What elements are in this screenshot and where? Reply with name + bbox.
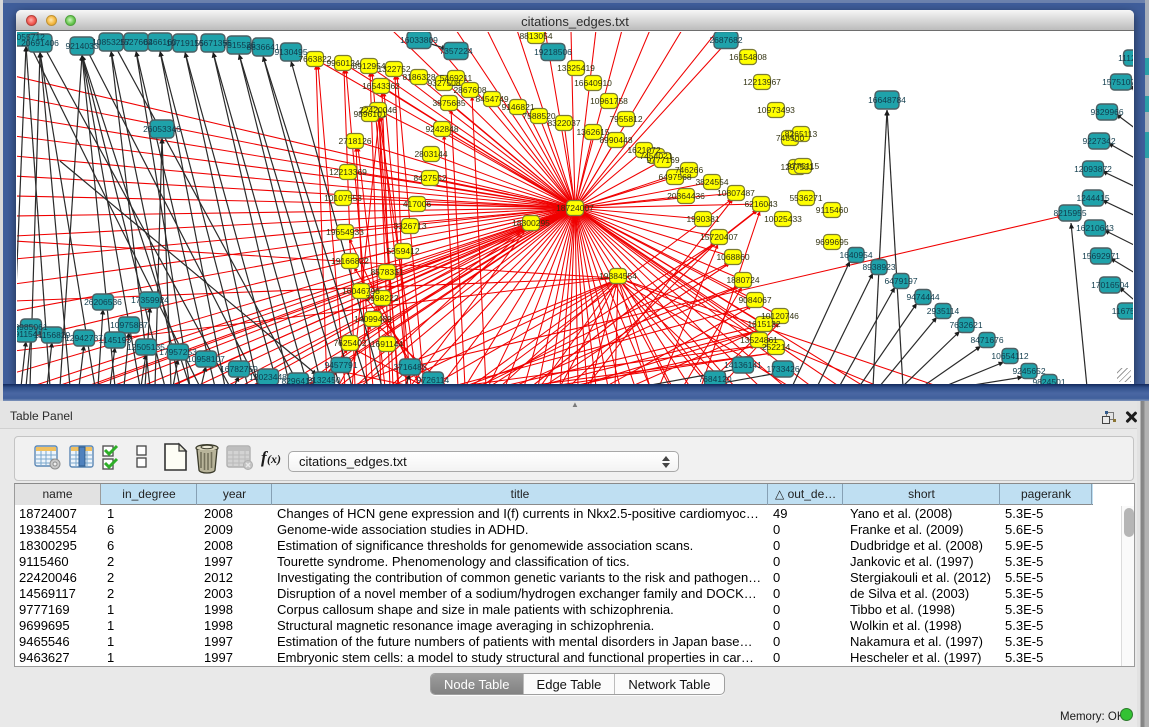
svg-text:1990381: 1990381	[686, 214, 719, 224]
svg-text:5359412: 5359412	[386, 246, 419, 256]
svg-text:10025433: 10025433	[764, 214, 802, 224]
svg-text:8215955: 8215955	[1053, 208, 1086, 218]
svg-text:9084067: 9084067	[738, 295, 771, 305]
svg-text:20364436: 20364436	[667, 191, 705, 201]
svg-text:12942737: 12942737	[65, 333, 103, 343]
svg-text:9115460: 9115460	[816, 205, 849, 215]
svg-text:15751074: 15751074	[1102, 77, 1133, 87]
svg-text:2803144: 2803144	[414, 149, 447, 159]
svg-text:9245652: 9245652	[1012, 366, 1045, 376]
svg-text:10807487: 10807487	[717, 188, 755, 198]
svg-text:3326713: 3326713	[393, 221, 426, 231]
svg-text:8813054: 8813054	[519, 32, 552, 41]
svg-text:12213369: 12213369	[329, 167, 367, 177]
svg-text:26206536: 26206536	[84, 297, 122, 307]
svg-text:6479197: 6479197	[884, 276, 917, 286]
svg-text:1615132: 1615132	[747, 319, 780, 329]
svg-text:9896101: 9896101	[353, 109, 386, 119]
svg-text:9227342: 9227342	[1082, 136, 1115, 146]
svg-text:9775115: 9775115	[787, 161, 820, 171]
svg-text:9474444: 9474444	[906, 292, 939, 302]
svg-text:16210643: 16210643	[1076, 223, 1114, 233]
svg-text:3716485: 3716485	[393, 362, 426, 372]
svg-text:16154808: 16154808	[729, 52, 767, 62]
svg-text:14099489: 14099489	[354, 314, 392, 324]
svg-text:1068860: 1068860	[716, 252, 749, 262]
svg-text:19166822: 19166822	[331, 256, 369, 266]
svg-text:6216043: 6216043	[744, 199, 777, 209]
svg-text:17359924: 17359924	[131, 295, 169, 305]
svg-text:15692971: 15692971	[1082, 251, 1120, 261]
svg-text:252214: 252214	[762, 342, 791, 352]
svg-text:9726114: 9726114	[417, 375, 450, 384]
svg-text:7955812: 7955812	[609, 114, 642, 124]
svg-text:2687682: 2687682	[709, 35, 742, 45]
svg-text:16648784: 16648784	[868, 95, 906, 105]
svg-text:2718126: 2718126	[338, 136, 371, 146]
svg-text:19384554: 19384554	[599, 271, 637, 281]
svg-text:16033809: 16033809	[400, 35, 438, 45]
svg-text:3875685: 3875685	[432, 98, 465, 108]
svg-text:7357224: 7357224	[439, 46, 472, 56]
svg-text:5469211: 5469211	[440, 73, 473, 83]
svg-text:20691406: 20691406	[21, 38, 59, 48]
svg-text:16543362: 16543362	[362, 81, 400, 91]
svg-text:19654933: 19654933	[326, 227, 364, 237]
svg-text:1733426: 1733426	[766, 364, 799, 374]
svg-text:8471676: 8471676	[970, 335, 1003, 345]
svg-text:12093872: 12093872	[1074, 164, 1112, 174]
svg-text:18724007: 18724007	[556, 203, 594, 213]
svg-text:10654112: 10654112	[991, 351, 1028, 361]
svg-text:417006: 417006	[403, 199, 432, 209]
svg-text:7625402: 7625402	[333, 338, 366, 348]
svg-text:9457791: 9457791	[324, 360, 357, 370]
svg-text:8990448: 8990448	[599, 135, 632, 145]
svg-text:1112843: 1112843	[1118, 53, 1133, 63]
svg-text:10975887: 10975887	[110, 320, 148, 330]
svg-text:16640910: 16640910	[574, 78, 612, 88]
svg-text:9699695: 9699695	[815, 237, 848, 247]
svg-text:10958107: 10958107	[187, 354, 225, 364]
svg-text:9777169: 9777169	[646, 155, 679, 165]
svg-text:8427552: 8427552	[413, 173, 446, 183]
svg-text:8938923: 8938923	[862, 262, 895, 272]
svg-text:(x): (x)	[267, 452, 281, 466]
svg-text:26053346: 26053346	[143, 124, 181, 134]
svg-text:9329966: 9329966	[1090, 107, 1123, 117]
svg-text:8578331: 8578331	[370, 267, 403, 277]
svg-text:19218506: 19218506	[534, 47, 572, 57]
svg-text:12213967: 12213967	[743, 77, 781, 87]
svg-text:1244415: 1244415	[1076, 193, 1109, 203]
svg-text:14136141: 14136141	[724, 360, 762, 370]
svg-text:17016504: 17016504	[1091, 280, 1129, 290]
svg-text:7684120: 7684120	[698, 374, 731, 384]
svg-text:3824554: 3824554	[695, 177, 728, 187]
svg-text:9824501: 9824501	[1032, 377, 1065, 384]
svg-text:746266: 746266	[675, 165, 704, 175]
svg-text:10973493: 10973493	[757, 105, 795, 115]
svg-text:3698222: 3698222	[365, 293, 398, 303]
svg-text:15720407: 15720407	[700, 232, 738, 242]
svg-text:13325419: 13325419	[557, 63, 595, 73]
svg-text:5536271: 5536271	[789, 193, 822, 203]
svg-text:10107553: 10107553	[324, 193, 362, 203]
svg-text:9242848: 9242848	[425, 124, 458, 134]
svg-text:2935114: 2935114	[927, 306, 960, 316]
svg-text:10961758: 10961758	[590, 96, 628, 106]
svg-text:1691144: 1691144	[371, 339, 404, 349]
svg-text:1640954: 1640954	[839, 250, 872, 260]
svg-text:9132450: 9132450	[307, 375, 340, 384]
svg-text:1880724: 1880724	[726, 275, 759, 285]
svg-text:7632621: 7632621	[949, 320, 982, 330]
svg-text:1167534: 1167534	[1112, 306, 1133, 316]
svg-text:18300295: 18300295	[512, 218, 550, 228]
svg-text:8265113: 8265113	[785, 129, 818, 139]
